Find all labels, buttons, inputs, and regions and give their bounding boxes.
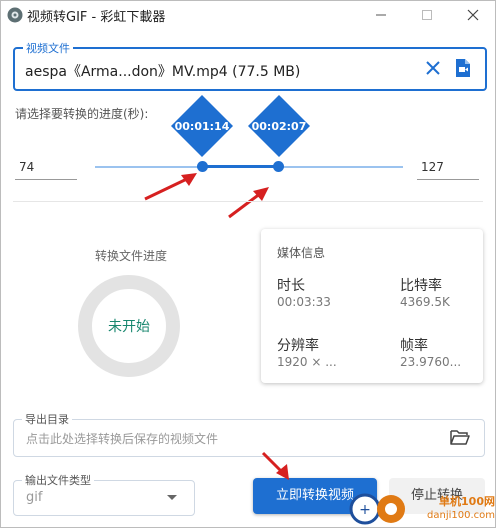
range-slider-selection <box>202 165 279 168</box>
minimize-icon <box>376 14 386 16</box>
watermark-url: danji100.com <box>427 510 495 521</box>
duration-label: 时长 <box>277 278 305 294</box>
video-file-name: aespa《Arma...don》MV.mp4 <box>25 64 228 80</box>
media-info-title: 媒体信息 <box>277 246 326 260</box>
video-file-legend: 视频文件 <box>23 40 73 56</box>
close-icon <box>467 9 479 21</box>
output-type-legend: 输出文件类型 <box>22 472 94 488</box>
output-type-value: gif <box>26 490 43 505</box>
video-file-value: aespa《Arma...don》MV.mp4 (77.5 MB) <box>25 61 300 81</box>
end-time-label: 00:02:07 <box>251 120 307 133</box>
end-seconds-input[interactable]: 127 <box>417 157 479 180</box>
output-directory-field[interactable]: 导出目录 点击此处选择转换后保存的视频文件 <box>13 411 485 457</box>
minimize-button[interactable] <box>367 5 395 25</box>
folder-open-icon[interactable] <box>450 429 470 446</box>
red-arrow-icon <box>228 187 269 219</box>
resolution-value: 1920 × ... <box>277 355 337 369</box>
media-info-card: 媒体信息 时长 00:03:33 比特率 4369.5K 分辨率 1920 × … <box>261 229 483 383</box>
start-seconds-input[interactable]: 74 <box>15 157 77 180</box>
range-label: 请选择要转换的进度(秒): <box>15 107 149 121</box>
output-directory-legend: 导出目录 <box>22 411 72 427</box>
framerate-value: 23.9760... <box>400 355 462 369</box>
title-bar[interactable]: 视频转GIF - 彩虹下載器 <box>1 1 495 29</box>
window-title: 视频转GIF - 彩虹下載器 <box>27 10 166 25</box>
progress-status: 未开始 <box>108 319 150 335</box>
framerate-label: 帧率 <box>400 338 428 354</box>
duration-value: 00:03:33 <box>277 295 331 309</box>
maximize-button[interactable] <box>413 5 441 25</box>
output-type-select[interactable]: 输出文件类型 gif <box>13 472 195 516</box>
range-end-handle[interactable] <box>273 161 284 172</box>
video-file-size: (77.5 MB) <box>232 64 301 80</box>
svg-text:+: + <box>359 502 371 518</box>
resolution-label: 分辨率 <box>277 338 319 354</box>
section-divider <box>13 201 483 202</box>
watermark-brand: 单机100网 <box>439 495 495 508</box>
clear-file-icon[interactable] <box>425 60 441 76</box>
app-window: 视频转GIF - 彩虹下載器 视频文件 aespa《Arma...don》MV.… <box>0 0 496 528</box>
red-arrow-icon <box>144 173 197 201</box>
bitrate-label: 比特率 <box>400 278 442 294</box>
video-file-field[interactable]: 视频文件 aespa《Arma...don》MV.mp4 (77.5 MB) <box>13 40 487 91</box>
watermark-logo-icon: + <box>349 493 405 525</box>
output-directory-placeholder: 点击此处选择转换后保存的视频文件 <box>26 432 219 446</box>
bitrate-value: 4369.5K <box>400 295 450 309</box>
chevron-down-icon <box>167 495 177 500</box>
end-seconds-value: 127 <box>421 160 444 174</box>
rainbow-app-icon <box>7 7 23 23</box>
progress-title: 转换文件进度 <box>94 249 167 263</box>
video-file-icon[interactable] <box>455 58 471 78</box>
maximize-icon <box>422 10 432 20</box>
start-seconds-value: 74 <box>19 160 35 174</box>
start-time-label: 00:01:14 <box>174 120 230 133</box>
red-arrow-icon <box>261 451 289 480</box>
close-button[interactable] <box>459 5 487 25</box>
